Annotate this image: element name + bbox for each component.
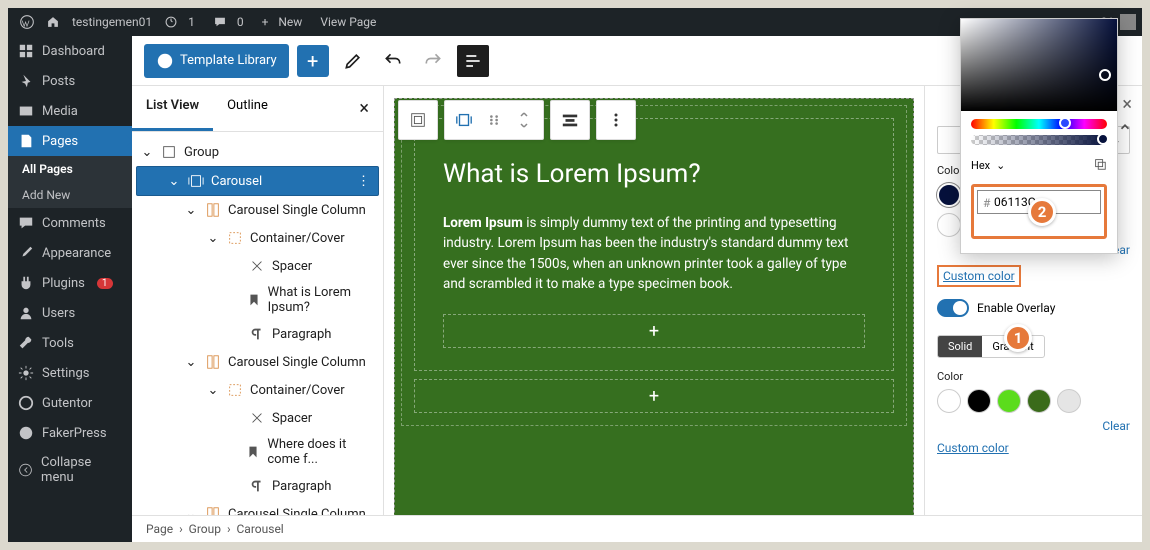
breadcrumb[interactable]: Page › Group › Carousel: [132, 515, 1142, 542]
close-icon[interactable]: ×: [345, 86, 383, 131]
undo-icon[interactable]: [377, 45, 409, 77]
updates-icon[interactable]: 1: [158, 15, 207, 29]
menu-collapse-menu[interactable]: Collapse menu: [8, 448, 132, 492]
tree-item[interactable]: ⌄Container/Cover: [132, 376, 383, 404]
overlay-toggle[interactable]: [937, 299, 969, 317]
block-tree: ⌄Group⌄Carousel⋮⌄Carousel Single Column⌄…: [132, 132, 383, 515]
overlay-label: Enable Overlay: [977, 301, 1055, 315]
tree-item[interactable]: ⌄Carousel Single Column: [132, 196, 383, 224]
home-icon[interactable]: [40, 15, 66, 29]
tree-item[interactable]: Spacer: [132, 404, 383, 432]
view-page-link[interactable]: View Page: [314, 15, 382, 29]
slide-paragraph[interactable]: Lorem Ipsum Lorem Ipsum is simply dummy …: [443, 213, 865, 294]
tree-item[interactable]: ⌄Carousel Single Column: [132, 348, 383, 376]
tree-item[interactable]: Paragraph: [132, 320, 383, 348]
tree-item[interactable]: Paragraph: [132, 472, 383, 500]
menu-tools[interactable]: Tools: [8, 328, 132, 358]
hue-slider[interactable]: [971, 119, 1107, 129]
redo-icon[interactable]: [417, 45, 449, 77]
menu-media[interactable]: Media: [8, 96, 132, 126]
parent-block-icon[interactable]: [403, 105, 433, 135]
wp-logo-icon[interactable]: [14, 15, 40, 29]
color-label: Color: [937, 370, 1130, 383]
appender-button[interactable]: +: [443, 314, 865, 348]
menu-plugins[interactable]: Plugins1: [8, 268, 132, 298]
tree-item[interactable]: ⌄Container/Cover: [132, 224, 383, 252]
menu-pages[interactable]: Pages: [8, 126, 132, 156]
avatar[interactable]: [1120, 14, 1136, 30]
carousel-slide[interactable]: What is Lorem Ipsum? Lorem Ipsum Lorem I…: [414, 118, 894, 371]
color-mode-select[interactable]: Hex: [971, 159, 990, 172]
color-swatch[interactable]: [1027, 389, 1051, 413]
listview-panel: List View Outline × ⌄Group⌄Carousel⋮⌄Car…: [132, 86, 384, 515]
menu-settings[interactable]: Settings: [8, 358, 132, 388]
close-icon[interactable]: ×: [1122, 94, 1132, 115]
edit-icon[interactable]: [337, 45, 369, 77]
menu-posts[interactable]: Posts: [8, 66, 132, 96]
new-link[interactable]: + New: [256, 15, 315, 29]
listview-toggle-button[interactable]: [457, 45, 489, 77]
block-toolbar: [398, 100, 636, 140]
menu-fakerpress[interactable]: FakerPress: [8, 418, 132, 448]
annotation-1: 1: [1004, 324, 1032, 352]
submenu-item[interactable]: All Pages: [8, 156, 132, 182]
color-swatch[interactable]: [937, 389, 961, 413]
copy-icon[interactable]: [1093, 157, 1107, 174]
selected-color-swatch[interactable]: [937, 183, 961, 207]
submenu-item[interactable]: Add New: [8, 182, 132, 208]
appender-button[interactable]: +: [414, 379, 894, 413]
color-swatch[interactable]: [997, 389, 1021, 413]
chevron-down-icon[interactable]: ⌄: [996, 159, 1005, 172]
tab-outline[interactable]: Outline: [213, 86, 282, 131]
options-icon[interactable]: [601, 105, 631, 135]
menu-appearance[interactable]: Appearance: [8, 238, 132, 268]
clear-link[interactable]: Clear: [937, 419, 1130, 433]
color-swatch[interactable]: [967, 389, 991, 413]
tree-item[interactable]: ⌄Group: [132, 138, 383, 166]
tree-item[interactable]: ⌄Carousel⋮: [136, 166, 379, 196]
chevron-up-icon[interactable]: [1118, 120, 1132, 134]
site-name[interactable]: testingemen01: [66, 15, 158, 29]
menu-comments[interactable]: Comments: [8, 208, 132, 238]
drag-handle-icon[interactable]: [479, 105, 509, 135]
align-icon[interactable]: [555, 105, 585, 135]
tab-listview[interactable]: List View: [132, 86, 213, 131]
saturation-field[interactable]: [961, 19, 1117, 111]
custom-color-link[interactable]: Custom color: [937, 265, 1021, 287]
menu-gutentor[interactable]: Gutentor: [8, 388, 132, 418]
tree-item[interactable]: Spacer: [132, 252, 383, 280]
carousel-icon[interactable]: [449, 105, 479, 135]
add-block-button[interactable]: +: [297, 45, 329, 77]
tree-item[interactable]: ⌄Carousel Single Column: [132, 500, 383, 515]
color-swatch[interactable]: [937, 213, 961, 237]
alpha-slider[interactable]: [971, 135, 1107, 145]
move-up-down-icon[interactable]: [509, 105, 539, 135]
tree-item[interactable]: Where does it come f...: [132, 432, 383, 472]
template-library-button[interactable]: Template Library: [144, 44, 289, 78]
color-swatch[interactable]: [1057, 389, 1081, 413]
tree-item[interactable]: What is Lorem Ipsum?: [132, 280, 383, 320]
editor-canvas[interactable]: What is Lorem Ipsum? Lorem Ipsum Lorem I…: [384, 86, 924, 515]
custom-color-link[interactable]: Custom color: [937, 441, 1009, 455]
menu-users[interactable]: Users: [8, 298, 132, 328]
slide-heading[interactable]: What is Lorem Ipsum?: [443, 159, 865, 189]
menu-dashboard[interactable]: Dashboard: [8, 36, 132, 66]
admin-sidemenu: DashboardPostsMediaPagesAll PagesAdd New…: [8, 36, 132, 542]
comments-icon[interactable]: 0: [207, 15, 256, 29]
solid-option[interactable]: Solid: [938, 336, 982, 357]
annotation-2: 2: [1028, 198, 1056, 226]
